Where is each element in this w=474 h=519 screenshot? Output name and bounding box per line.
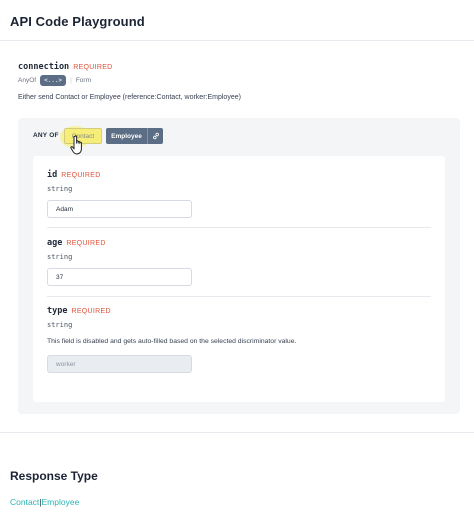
response-type-title: Response Type xyxy=(10,469,98,483)
hand-cursor-icon xyxy=(70,135,82,155)
field-age-type: string xyxy=(47,253,73,261)
anyof-label: ANY OF xyxy=(33,132,59,139)
required-badge: REQUIRED xyxy=(73,64,113,71)
page-title: API Code Playground xyxy=(10,14,145,29)
field-type-type: string xyxy=(47,321,73,329)
anyof-type-label: AnyOf xyxy=(18,77,37,84)
field-name: age xyxy=(47,238,63,248)
field-name: id xyxy=(47,170,58,180)
param-name: connection xyxy=(18,62,70,72)
expand-schema-button[interactable]: <...> xyxy=(40,75,67,86)
meta-separator: | xyxy=(70,77,72,84)
field-id-type: string xyxy=(47,185,73,193)
response-type-employee-link[interactable]: Employee xyxy=(42,497,80,507)
type-input-disabled: worker xyxy=(47,355,192,373)
response-type-contact-link[interactable]: Contact xyxy=(10,497,39,507)
response-type-list: Contact|Employee xyxy=(10,497,79,507)
id-input[interactable]: Adam xyxy=(47,200,192,218)
header-divider xyxy=(0,40,474,41)
tab-employee[interactable]: Employee xyxy=(106,128,147,144)
link-icon xyxy=(152,132,159,140)
required-badge: REQUIRED xyxy=(61,172,101,179)
param-description: Either send Contact or Employee (referen… xyxy=(18,94,241,101)
section-divider xyxy=(0,432,474,433)
form-label: Form xyxy=(75,77,91,84)
required-badge: REQUIRED xyxy=(71,308,111,315)
field-id-label: id REQUIRED xyxy=(47,170,101,180)
param-connection: connection REQUIRED xyxy=(18,62,113,72)
field-divider xyxy=(47,296,431,297)
field-type-note: This field is disabled and gets auto-fil… xyxy=(47,338,297,345)
required-badge: REQUIRED xyxy=(66,240,106,247)
age-input[interactable]: 37 xyxy=(47,268,192,286)
field-divider xyxy=(47,227,431,228)
link-button[interactable] xyxy=(147,128,163,144)
param-meta: AnyOf <...> | Form xyxy=(18,75,91,86)
field-age-label: age REQUIRED xyxy=(47,238,106,248)
field-name: type xyxy=(47,306,68,316)
field-type-label: type REQUIRED xyxy=(47,306,111,316)
